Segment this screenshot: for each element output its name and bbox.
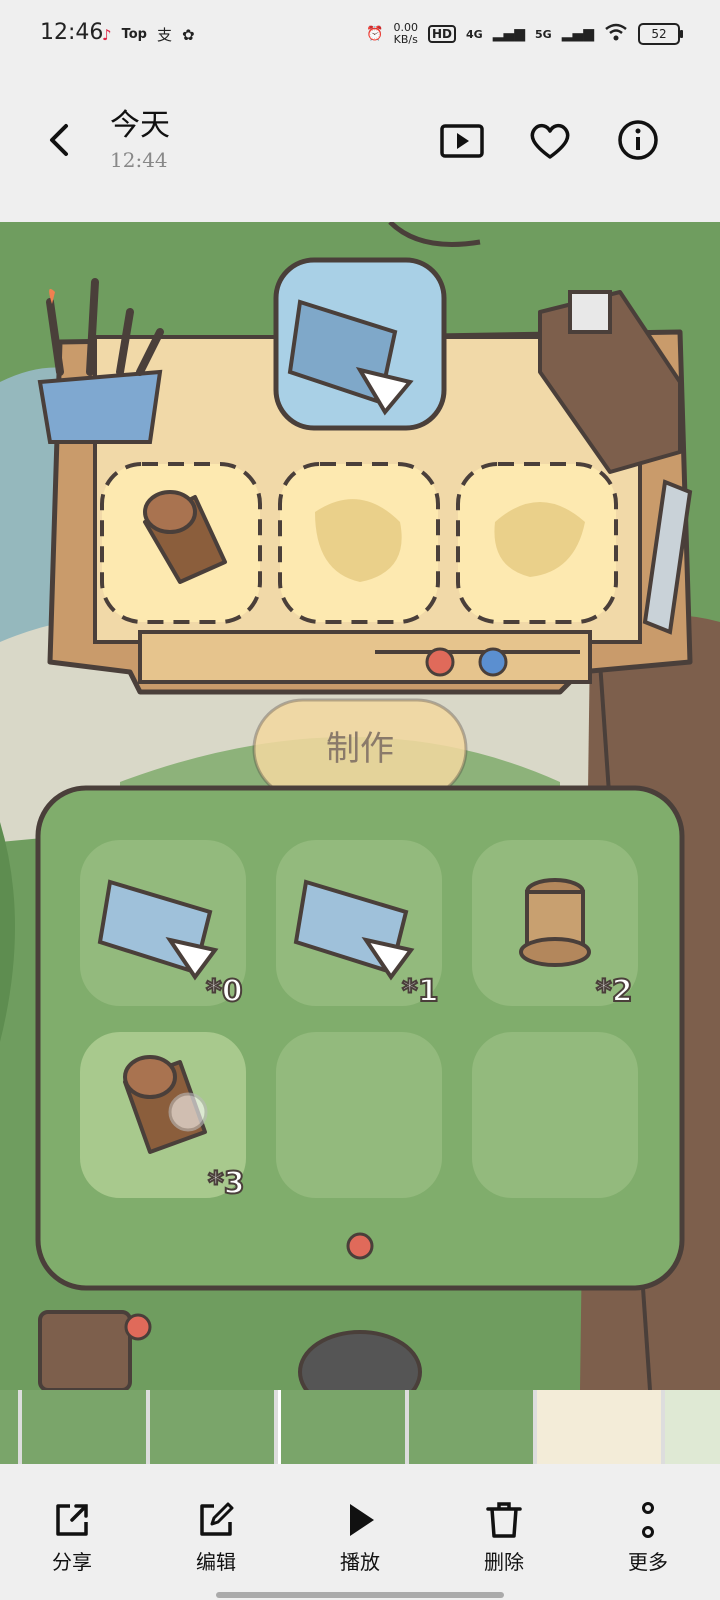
- back-button[interactable]: [38, 110, 82, 170]
- play-icon: [350, 1504, 374, 1536]
- make-button-label: 制作: [326, 729, 394, 769]
- log-count: *3: [207, 1165, 246, 1202]
- status-right: ⏰ 0.00 KB/s HD 4G ▂▄▆ 5G ▂▄▆ 52: [366, 21, 683, 46]
- more-button[interactable]: 更多: [603, 1500, 693, 1580]
- pinwheel-icon: ✿: [181, 25, 195, 44]
- top-app-icon: Top: [121, 27, 147, 42]
- signal-bars-icon: ▂▄▆: [492, 26, 525, 42]
- blueprint-count: *0: [205, 973, 244, 1010]
- info-button[interactable]: [610, 112, 666, 168]
- thumbnail[interactable]: [150, 1390, 274, 1464]
- share-label: 分享: [52, 1550, 92, 1574]
- play-button[interactable]: 播放: [315, 1500, 405, 1580]
- edit-icon: [200, 1502, 234, 1536]
- game-screenshot: [0, 222, 720, 1390]
- thread-count: *2: [595, 973, 634, 1010]
- play-label: 播放: [340, 1550, 380, 1574]
- edit-label: 编辑: [196, 1550, 236, 1574]
- thumbnail[interactable]: [665, 1390, 720, 1464]
- delete-button[interactable]: 删除: [459, 1500, 549, 1580]
- network-speed: 0.00 KB/s: [393, 21, 418, 46]
- signal-bars-icon: ▂▄▆: [561, 26, 594, 42]
- status-time: 12:46: [40, 20, 104, 45]
- slideshow-icon: [440, 124, 484, 158]
- hd-badge: HD: [427, 25, 456, 43]
- slideshow-button[interactable]: [434, 112, 490, 168]
- thumbnail[interactable]: [0, 1390, 18, 1464]
- info-icon: [618, 120, 658, 160]
- thumbnail-strip[interactable]: [0, 1390, 720, 1464]
- wifi-icon: [604, 23, 628, 45]
- blueprint-count: *1: [401, 973, 440, 1010]
- alarm-icon: ⏰: [366, 26, 384, 42]
- more-icon: [642, 1502, 654, 1538]
- tiktok-icon: ♪: [102, 25, 112, 44]
- status-bar: 12:46 ♪ Top 支 ✿ ⏰ 0.00 KB/s HD 4G ▂▄▆ 5G…: [0, 0, 720, 70]
- hint-label: 提示: [534, 222, 614, 224]
- back-arrow-icon: [50, 124, 68, 156]
- photo-header: 今天 12:44: [0, 70, 720, 222]
- share-button[interactable]: 分享: [27, 1500, 117, 1580]
- bottom-toolbar: 分享 编辑 播放 删除 更多: [0, 1464, 720, 1600]
- signal-4g: 4G: [466, 27, 483, 41]
- share-icon: [56, 1504, 88, 1536]
- signal-5g: 5G: [535, 27, 552, 41]
- favorite-button[interactable]: [522, 112, 578, 168]
- battery-indicator: 52: [638, 23, 683, 45]
- notification-icons: ♪ Top 支 ✿: [102, 24, 195, 45]
- photo-time: 12:44: [110, 148, 168, 172]
- heart-icon: [530, 123, 570, 159]
- trash-icon: [486, 1502, 522, 1538]
- thumbnail-current[interactable]: [278, 1390, 405, 1464]
- alipay-icon: 支: [156, 26, 172, 44]
- thumbnail[interactable]: [409, 1390, 533, 1464]
- more-label: 更多: [628, 1550, 668, 1574]
- page-title: 今天: [110, 108, 170, 143]
- make-button[interactable]: 制作: [254, 700, 466, 798]
- edit-button[interactable]: 编辑: [171, 1500, 261, 1580]
- photo-viewer[interactable]: 提示 制作 *0 *1 *2 *3: [0, 222, 720, 1390]
- home-indicator[interactable]: [216, 1592, 504, 1598]
- thumbnail[interactable]: [537, 1390, 661, 1464]
- thumbnail[interactable]: [22, 1390, 146, 1464]
- delete-label: 删除: [484, 1550, 524, 1574]
